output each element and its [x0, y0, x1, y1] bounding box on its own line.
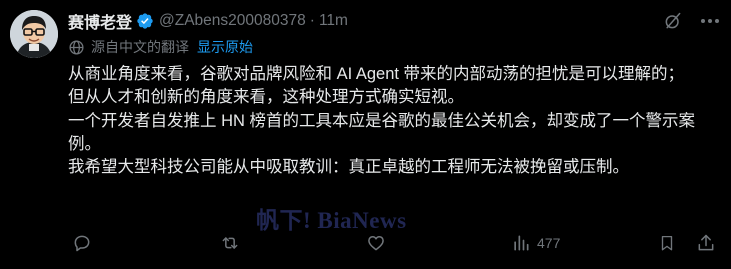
avatar[interactable] — [10, 10, 58, 58]
display-name[interactable]: 赛博老登 — [68, 9, 132, 33]
share-button[interactable] — [696, 232, 716, 254]
grok-icon[interactable] — [662, 10, 684, 32]
cartoon-avatar-icon — [10, 10, 58, 58]
tweet-card[interactable]: 赛博老登 @ZAbens200080378 · 11m 源自中文的翻译 显示原始… — [0, 0, 731, 269]
more-options-icon[interactable] — [698, 10, 722, 32]
tweet-paragraph: 从商业角度来看，谷歌对品牌风险和 AI Agent 带来的内部动荡的担忧是可以理… — [68, 65, 685, 83]
tweet-paragraph: 一个开发者自发推上 HN 榜首的工具本应是谷歌的最佳公关机会，却变成了一个警示案… — [68, 111, 695, 153]
timestamp[interactable]: 11m — [319, 12, 348, 30]
tweet-paragraph: 我希望大型科技公司能从中吸取教训：真正卓越的工程师无法被挽留或压制。 — [68, 158, 629, 177]
show-original-link[interactable]: 显示原始 — [197, 37, 253, 57]
view-count: 477 — [537, 235, 561, 251]
tweet-header: 赛博老登 @ZAbens200080378 · 11m — [68, 10, 348, 32]
repost-icon — [219, 233, 241, 253]
reply-icon — [72, 233, 92, 253]
tweet-paragraph: 但从人才和创新的角度来看，这种处理方式确实短视。 — [68, 88, 464, 107]
views-button[interactable]: 477 — [511, 232, 560, 254]
bookmark-icon — [658, 233, 676, 253]
action-bar: 477 — [68, 232, 728, 254]
like-icon — [366, 233, 386, 253]
translation-notice: 源自中文的翻译 显示原始 — [68, 37, 253, 57]
tweet-text: 从商业角度来看，谷歌对品牌风险和 AI Agent 带来的内部动荡的担忧是可以理… — [68, 63, 718, 179]
share-icon — [696, 233, 716, 253]
verified-badge-icon[interactable] — [136, 12, 154, 30]
reply-button[interactable] — [72, 232, 92, 254]
watermark: 帆下! BiaNews — [256, 208, 407, 233]
globe-icon — [68, 39, 85, 56]
bookmark-button[interactable] — [658, 232, 676, 254]
views-icon — [511, 233, 531, 253]
user-handle[interactable]: @ZAbens200080378 — [159, 12, 306, 30]
like-button[interactable] — [366, 232, 386, 254]
translated-from-label: 源自中文的翻译 — [91, 39, 189, 55]
repost-button[interactable] — [219, 232, 241, 254]
separator-dot: · — [309, 12, 315, 29]
